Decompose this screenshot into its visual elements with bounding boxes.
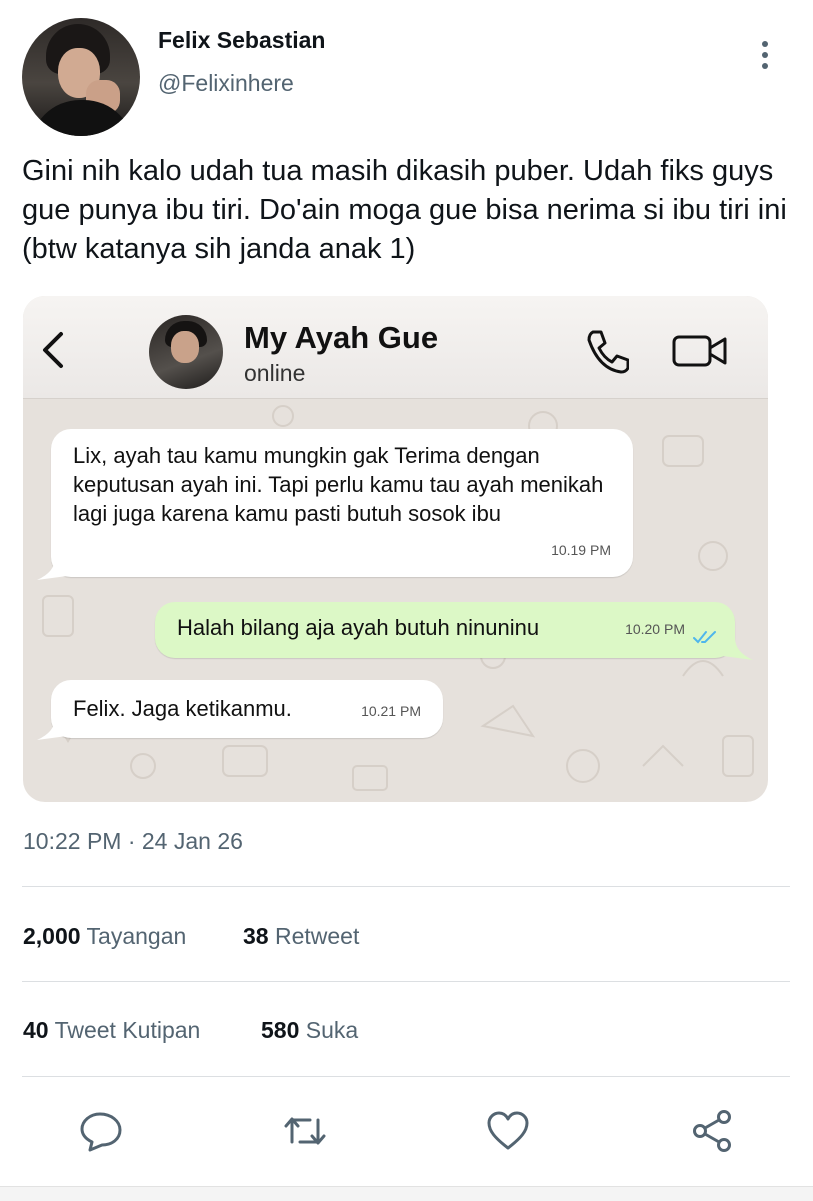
- likes-label: Suka: [305, 1017, 359, 1043]
- divider: [22, 886, 790, 887]
- views-count: 2,000: [23, 923, 81, 949]
- message-text: Felix. Jaga ketikanmu.: [73, 696, 292, 721]
- video-call-icon[interactable]: [671, 332, 729, 370]
- attached-image[interactable]: My Ayah Gue online Lix, ayah tau kamu mu…: [23, 296, 768, 802]
- back-arrow-icon[interactable]: [37, 328, 71, 372]
- bottom-edge: [0, 1186, 813, 1201]
- author-handle[interactable]: @Felixinhere: [158, 70, 294, 97]
- bubble-tail: [37, 718, 67, 740]
- contact-name[interactable]: My Ayah Gue: [244, 320, 438, 356]
- likes-stat[interactable]: 580 Suka: [261, 1017, 358, 1044]
- message-time: 10.21 PM: [361, 703, 421, 719]
- quotes-count: 40: [23, 1017, 49, 1043]
- phone-call-icon[interactable]: [583, 328, 629, 374]
- retweets-label: Retweet: [274, 923, 360, 949]
- message-time: 10.19 PM: [551, 542, 611, 558]
- message-text: Halah bilang aja ayah butuh ninuninu: [177, 615, 540, 640]
- retweets-stat[interactable]: 38 Retweet: [243, 923, 359, 950]
- author-name[interactable]: Felix Sebastian: [158, 27, 325, 54]
- more-options-icon[interactable]: [750, 38, 780, 74]
- tweet-text: Gini nih kalo udah tua masih dikasih pub…: [22, 155, 787, 265]
- reply-icon[interactable]: [78, 1108, 124, 1154]
- like-icon[interactable]: [485, 1108, 531, 1154]
- retweet-icon[interactable]: [282, 1108, 328, 1154]
- double-check-read-icon: [693, 631, 716, 644]
- bubble-tail: [37, 558, 67, 580]
- share-icon[interactable]: [690, 1108, 736, 1154]
- contact-status: online: [244, 360, 306, 386]
- quotes-stat[interactable]: 40 Tweet Kutipan: [23, 1017, 200, 1044]
- bubble-tail: [723, 638, 753, 660]
- views-stat[interactable]: 2,000 Tayangan: [23, 923, 186, 950]
- divider: [22, 981, 790, 982]
- quotes-label: Tweet Kutipan: [54, 1017, 201, 1043]
- message-time: 10.20 PM: [625, 621, 685, 637]
- views-label: Tayangan: [86, 923, 187, 949]
- incoming-message[interactable]: Felix. Jaga ketikanmu. 10.21 PM: [51, 680, 443, 738]
- chat-header: My Ayah Gue online: [23, 296, 768, 399]
- author-avatar[interactable]: [22, 18, 140, 136]
- outgoing-message[interactable]: Halah bilang aja ayah butuh ninuninu 10.…: [155, 602, 735, 658]
- divider: [22, 1076, 790, 1077]
- tweet-timestamp[interactable]: 10:22 PM · 24 Jan 26: [23, 828, 243, 855]
- likes-count: 580: [261, 1017, 300, 1043]
- message-text: Lix, ayah tau kamu mungkin gak Terima de…: [73, 443, 604, 526]
- incoming-message[interactable]: Lix, ayah tau kamu mungkin gak Terima de…: [51, 429, 633, 577]
- retweets-count: 38: [243, 923, 269, 949]
- contact-avatar[interactable]: [149, 315, 223, 389]
